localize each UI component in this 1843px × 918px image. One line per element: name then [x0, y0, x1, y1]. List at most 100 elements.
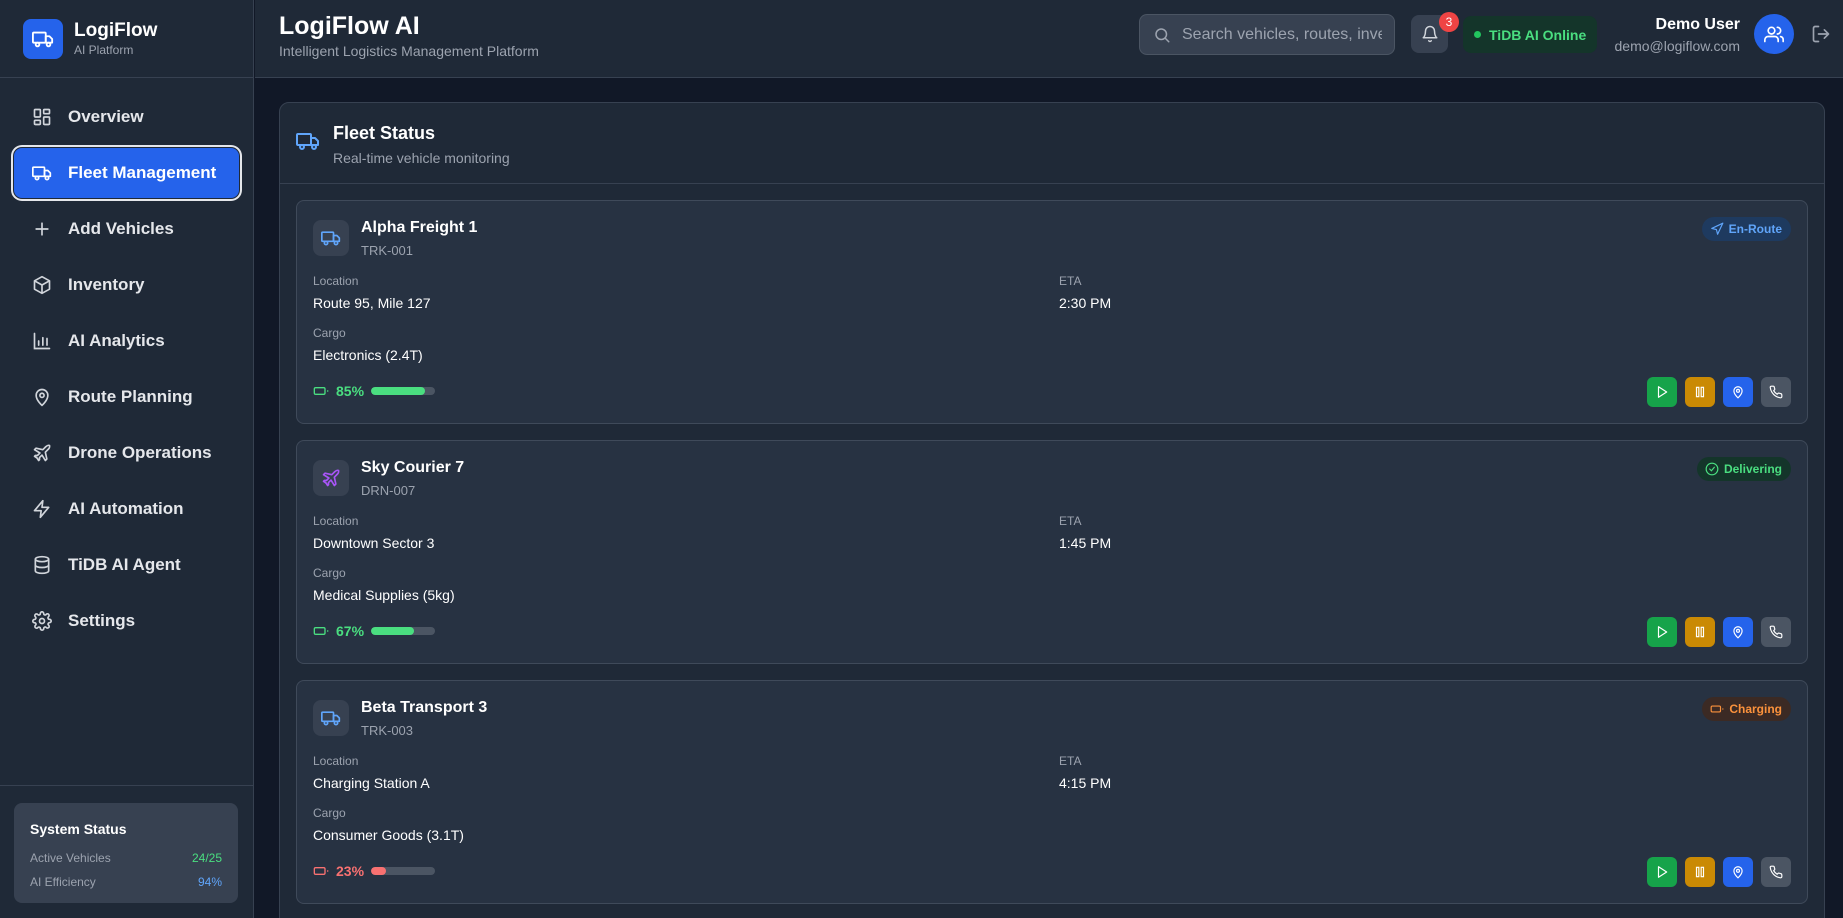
- cargo-label: Cargo: [313, 326, 346, 340]
- plane-icon: [31, 442, 53, 464]
- top-header: LogiFlow AI Intelligent Logistics Manage…: [255, 0, 1843, 78]
- call-button[interactable]: [1761, 617, 1791, 647]
- tidb-status-label: TiDB AI Online: [1489, 26, 1587, 43]
- call-button[interactable]: [1761, 857, 1791, 887]
- sidebar-item-label: Route Planning: [68, 387, 193, 406]
- truck-icon: [296, 129, 320, 153]
- navigation-icon: [1710, 222, 1729, 236]
- vehicle-card[interactable]: Beta Transport 3 TRK-003 Charging Locati…: [296, 680, 1808, 904]
- active-vehicles-label: Active Vehicles: [30, 851, 111, 865]
- locate-button[interactable]: [1723, 857, 1753, 887]
- sidebar-divider: [0, 785, 254, 786]
- phone-icon: [1769, 865, 1783, 879]
- truck-icon: [23, 18, 63, 59]
- sidebar-item-ai-automation[interactable]: AI Automation: [14, 484, 239, 534]
- sidebar-item-label: Overview: [68, 107, 144, 126]
- vehicle-actions: [1639, 857, 1791, 887]
- cargo-label: Cargo: [313, 806, 346, 820]
- sidebar-item-settings[interactable]: Settings: [14, 596, 239, 646]
- active-vehicles-value: 24/25: [191, 851, 222, 865]
- battery-icon: [1710, 702, 1729, 716]
- call-button[interactable]: [1761, 377, 1791, 407]
- battery-icon: [313, 383, 329, 399]
- pause-button[interactable]: [1685, 857, 1715, 887]
- bar-chart-icon: [31, 330, 53, 352]
- main-content: Fleet Status Real-time vehicle monitorin…: [255, 79, 1843, 918]
- sidebar-nav: Overview Fleet Management Add Vehicles I…: [0, 78, 253, 646]
- sidebar-item-route-planning[interactable]: Route Planning: [14, 372, 239, 422]
- panel-title: Fleet Status: [333, 123, 436, 143]
- eta-label: ETA: [1059, 754, 1082, 768]
- battery-indicator: 23%: [313, 863, 436, 879]
- ai-efficiency-label: AI Efficiency: [30, 875, 96, 889]
- map-pin-icon: [1731, 385, 1745, 399]
- vehicle-name: Sky Courier 7: [361, 459, 465, 476]
- location-value: Charging Station A: [313, 775, 430, 791]
- vehicle-card[interactable]: Sky Courier 7 DRN-007 Delivering Locatio…: [296, 440, 1808, 664]
- eta-value: 1:45 PM: [1059, 535, 1112, 551]
- pause-icon: [1693, 385, 1707, 399]
- database-icon: [31, 554, 53, 576]
- battery-fill: [371, 627, 414, 635]
- eta-value: 2:30 PM: [1059, 295, 1112, 311]
- notifications-button[interactable]: 3: [1411, 12, 1459, 53]
- users-icon: [1764, 24, 1784, 44]
- battery-percent: 85%: [336, 383, 365, 399]
- locate-button[interactable]: [1723, 377, 1753, 407]
- play-button[interactable]: [1647, 377, 1677, 407]
- search-icon: [1153, 26, 1171, 44]
- ai-efficiency-row: AI Efficiency 94%: [30, 870, 222, 894]
- bell-icon: [1421, 25, 1439, 43]
- system-status-panel: System Status Active Vehicles 24/25 AI E…: [14, 803, 238, 903]
- map-pin-icon: [1731, 865, 1745, 879]
- locate-button[interactable]: [1723, 617, 1753, 647]
- eta-label: ETA: [1059, 514, 1082, 528]
- sidebar-item-fleet-management[interactable]: Fleet Management: [14, 148, 239, 198]
- brand[interactable]: LogiFlow AI Platform: [0, 0, 253, 78]
- grid-icon: [31, 106, 53, 128]
- pause-button[interactable]: [1685, 377, 1715, 407]
- sidebar-item-overview[interactable]: Overview: [14, 92, 239, 142]
- sidebar-item-tidb-ai-agent[interactable]: TiDB AI Agent: [14, 540, 239, 590]
- eta-value: 4:15 PM: [1059, 775, 1112, 791]
- battery-icon: [313, 623, 329, 639]
- plus-icon: [31, 218, 53, 240]
- status-label: Charging: [1729, 702, 1782, 716]
- cargo-value: Consumer Goods (3.1T): [313, 827, 464, 843]
- location-value: Downtown Sector 3: [313, 535, 435, 551]
- location-label: Location: [313, 274, 359, 288]
- brand-name: LogiFlow: [74, 19, 158, 41]
- plane-icon: [313, 460, 349, 496]
- sidebar-item-add-vehicles[interactable]: Add Vehicles: [14, 204, 239, 254]
- logout-icon[interactable]: [1811, 24, 1831, 44]
- play-button[interactable]: [1647, 617, 1677, 647]
- user-email: demo@logiflow.com: [1614, 38, 1741, 54]
- battery-indicator: 85%: [313, 383, 436, 399]
- panel-subtitle: Real-time vehicle monitoring: [333, 150, 510, 166]
- location-value: Route 95, Mile 127: [313, 295, 431, 311]
- truck-icon: [313, 220, 349, 256]
- sidebar-item-label: Inventory: [68, 275, 145, 294]
- sidebar-item-ai-analytics[interactable]: AI Analytics: [14, 316, 239, 366]
- search-input[interactable]: [1182, 25, 1382, 44]
- online-dot-icon: [1474, 31, 1481, 38]
- vehicle-card[interactable]: Alpha Freight 1 TRK-001 En-Route Locatio…: [296, 200, 1808, 424]
- location-label: Location: [313, 514, 359, 528]
- pause-button[interactable]: [1685, 617, 1715, 647]
- search-box[interactable]: [1139, 14, 1395, 55]
- pause-icon: [1693, 865, 1707, 879]
- pause-icon: [1693, 625, 1707, 639]
- battery-bar: [371, 627, 436, 635]
- user-info[interactable]: Demo User demo@logiflow.com: [1615, 16, 1741, 54]
- location-label: Location: [313, 754, 359, 768]
- play-button[interactable]: [1647, 857, 1677, 887]
- vehicle-id: TRK-003: [361, 723, 414, 738]
- cargo-value: Medical Supplies (5kg): [313, 587, 455, 603]
- status-badge: En-Route: [1701, 217, 1791, 241]
- sidebar-item-inventory[interactable]: Inventory: [14, 260, 239, 310]
- battery-bar: [371, 867, 436, 875]
- cargo-value: Electronics (2.4T): [313, 347, 423, 363]
- sidebar-item-drone-operations[interactable]: Drone Operations: [14, 428, 239, 478]
- phone-icon: [1769, 625, 1783, 639]
- avatar[interactable]: [1754, 14, 1794, 54]
